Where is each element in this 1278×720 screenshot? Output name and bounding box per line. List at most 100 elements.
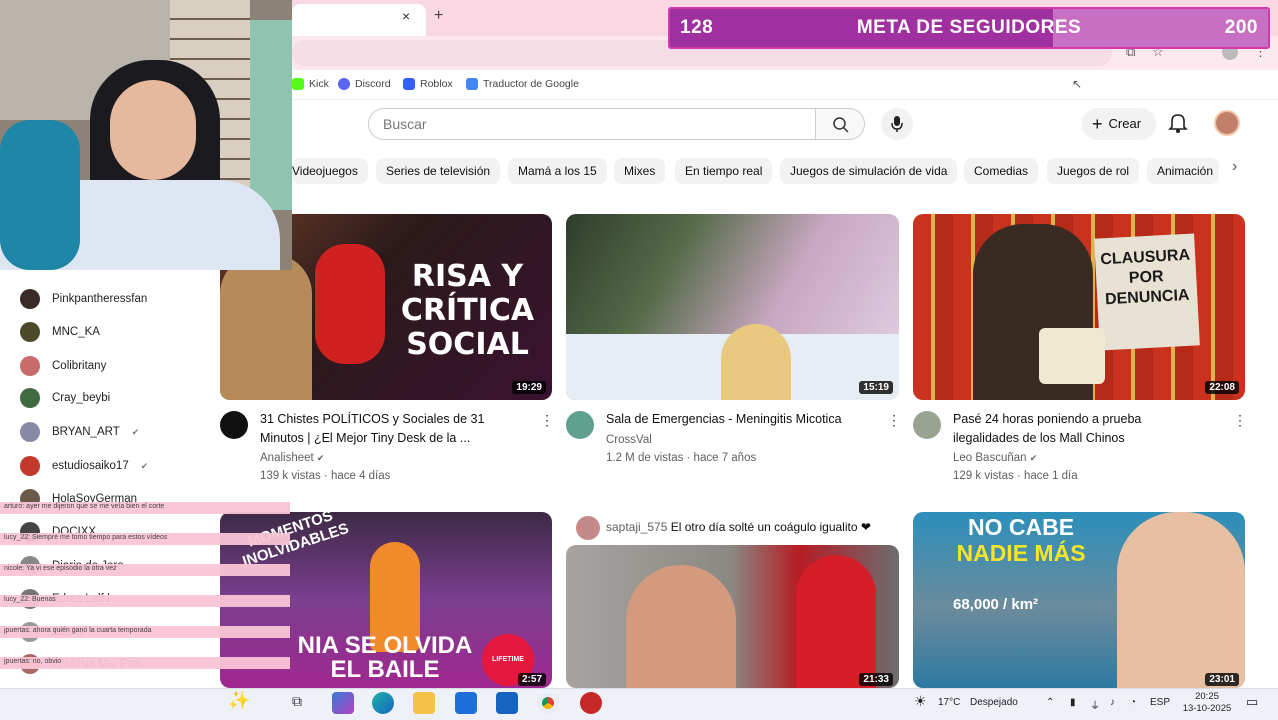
chevron-right-icon[interactable]: › — [1232, 158, 1237, 176]
child — [721, 324, 791, 400]
notifications-icon[interactable]: ▭ — [1246, 694, 1258, 710]
subscription-item[interactable]: Colibritany — [20, 355, 106, 377]
thumbnail-caption: RISA Y CRÍTICA SOCIAL — [400, 259, 535, 362]
chrome-icon[interactable] — [537, 692, 559, 714]
video-thumbnail[interactable]: NO CABE NADIE MÁS 68,000 / km² 23:01 — [913, 512, 1245, 688]
channel-avatar[interactable] — [913, 411, 941, 439]
bookmark-roblox[interactable]: Roblox — [403, 76, 453, 92]
usb-icon[interactable]: ⏚ — [1090, 697, 1100, 712]
store-icon[interactable] — [455, 692, 477, 714]
video-title[interactable]: Pasé 24 horas poniendo a prueba ilegalida… — [953, 410, 1223, 448]
more-options-icon[interactable]: ⋮ — [887, 412, 901, 429]
video-duration: 2:57 — [517, 673, 546, 686]
chip-simulacion[interactable]: Juegos de simulación de vida — [780, 158, 958, 184]
channel-avatar — [20, 456, 40, 476]
new-tab-icon[interactable]: + — [434, 7, 443, 25]
puppet-bear — [220, 254, 312, 400]
close-tab-icon[interactable]: × — [402, 8, 410, 24]
chip-en-tiempo-real[interactable]: En tiempo real — [675, 158, 773, 184]
subscription-item[interactable]: BRYAN_ART ✔ — [20, 421, 139, 443]
roblox-icon — [403, 78, 415, 90]
channel-name[interactable]: Analisheet ✔ — [260, 449, 324, 467]
channel-avatar — [20, 388, 40, 408]
create-button[interactable]: + Crear — [1082, 108, 1156, 140]
channel-name[interactable]: Leo Bascuñan ✔ — [953, 449, 1037, 467]
channel-avatar — [20, 422, 40, 442]
camera-icon[interactable]: ▮ — [1070, 697, 1076, 708]
channel-avatar[interactable] — [220, 411, 248, 439]
bookmark-kick[interactable]: Kick — [292, 76, 329, 92]
chip-mixes[interactable]: Mixes — [614, 158, 666, 184]
subscription-item[interactable]: Pinkpantheressfan — [20, 288, 147, 310]
subscription-item[interactable]: MNC_KA — [20, 321, 100, 343]
bookmark-discord[interactable]: Discord — [338, 76, 391, 92]
chip-series[interactable]: Series de televisión — [376, 158, 501, 184]
live-comment: saptaji_575 El otro día solté un coágulo… — [606, 520, 871, 534]
weather-text[interactable]: Despejado — [970, 697, 1018, 708]
notifications-bell-icon[interactable] — [1168, 112, 1188, 134]
video-thumbnail[interactable]: CLAUSURA POR DENUNCIA 22:08 — [913, 214, 1245, 400]
kick-icon — [292, 78, 304, 90]
channel-avatar — [20, 356, 40, 376]
chip-videojuegos[interactable]: Videojuegos — [292, 158, 368, 184]
video-title[interactable]: Sala de Emergencias - Meningitis Micotic… — [606, 410, 876, 429]
search-button[interactable] — [815, 108, 865, 140]
weather-temp[interactable]: 17°C — [938, 697, 960, 708]
shiny-icon: ✨ — [228, 690, 251, 710]
chip-comedias[interactable]: Comedias — [964, 158, 1039, 184]
language-indicator[interactable]: ESP — [1150, 697, 1170, 708]
channel-avatar[interactable] — [566, 411, 594, 439]
microphone-icon — [891, 116, 903, 132]
channel-name[interactable]: CrossVal — [606, 431, 652, 449]
verified-icon: ✔ — [1029, 453, 1038, 463]
figure-in-red — [796, 555, 876, 688]
video-title[interactable]: 31 Chistes POLÍTICOS y Sociales de 31 Min… — [260, 410, 530, 448]
video-duration: 23:01 — [1205, 673, 1239, 686]
discord-icon — [338, 78, 350, 90]
search-input[interactable]: Buscar — [368, 108, 816, 140]
webcam-overlay — [0, 0, 292, 270]
puppet-red — [315, 244, 385, 364]
face — [110, 80, 196, 180]
more-options-icon[interactable]: ⋮ — [1233, 412, 1247, 429]
video-meta: 1.2 M de vistas · hace 7 años — [606, 452, 757, 464]
follower-goal-bar: 128 META DE SEGUIDORES 200 — [668, 7, 1270, 49]
verified-icon: ✔ — [131, 426, 140, 437]
chat-message: lucy_22: Siempre me tomo tiempo para est… — [0, 533, 290, 545]
subscription-item[interactable]: Cray_beybi — [20, 387, 110, 409]
clock[interactable]: 20:25 13-10-2025 — [1178, 691, 1236, 715]
file-explorer-icon[interactable] — [413, 692, 435, 714]
copilot-icon[interactable] — [332, 692, 354, 714]
wifi-icon[interactable]: ◔ — [1130, 697, 1136, 708]
video-duration: 15:19 — [859, 381, 893, 394]
arm — [0, 120, 80, 270]
video-meta: 139 k vistas · hace 4 días — [260, 470, 391, 482]
taskbar — [0, 688, 1278, 720]
obs-icon[interactable] — [580, 692, 602, 714]
chat-message: jpuertas: ahora quién ganó la cuarta tem… — [0, 626, 290, 638]
more-options-icon[interactable]: ⋮ — [540, 412, 554, 429]
outlook-icon[interactable] — [496, 692, 518, 714]
goal-title: META DE SEGUIDORES — [856, 17, 1082, 38]
edge-icon[interactable] — [372, 692, 394, 714]
presenter — [1117, 512, 1245, 688]
translate-icon — [466, 78, 478, 90]
chip-animacion[interactable]: Animación — [1147, 158, 1219, 184]
chevron-up-icon[interactable]: ⌃ — [1046, 697, 1054, 708]
search-icon — [833, 117, 849, 133]
video-thumbnail[interactable]: 15:19 — [566, 214, 899, 400]
video-thumbnail[interactable]: 21:33 — [566, 545, 899, 688]
mint-cabinet — [250, 20, 292, 210]
task-view-icon[interactable]: ⧉ — [292, 693, 302, 710]
mic-tray-icon[interactable]: ♪ — [1110, 697, 1115, 708]
surprised-face — [626, 565, 736, 688]
chat-message: arturo: ayer me dijeron que se me veía b… — [0, 502, 290, 514]
chip-mama-15[interactable]: Mamá a los 15 — [508, 158, 607, 184]
subscription-item[interactable]: estudiosaiko17 ✔ — [20, 455, 148, 477]
account-avatar[interactable] — [1214, 110, 1240, 136]
screen: × + ⧉ ☆ ⋮ Kick Discord Roblox Traductor … — [0, 0, 1278, 720]
chip-juegos-rol[interactable]: Juegos de rol — [1047, 158, 1140, 184]
bookmark-google-translate[interactable]: Traductor de Google — [466, 76, 579, 92]
weather-icon: ☀ — [914, 693, 927, 709]
voice-search-button[interactable] — [881, 108, 913, 140]
